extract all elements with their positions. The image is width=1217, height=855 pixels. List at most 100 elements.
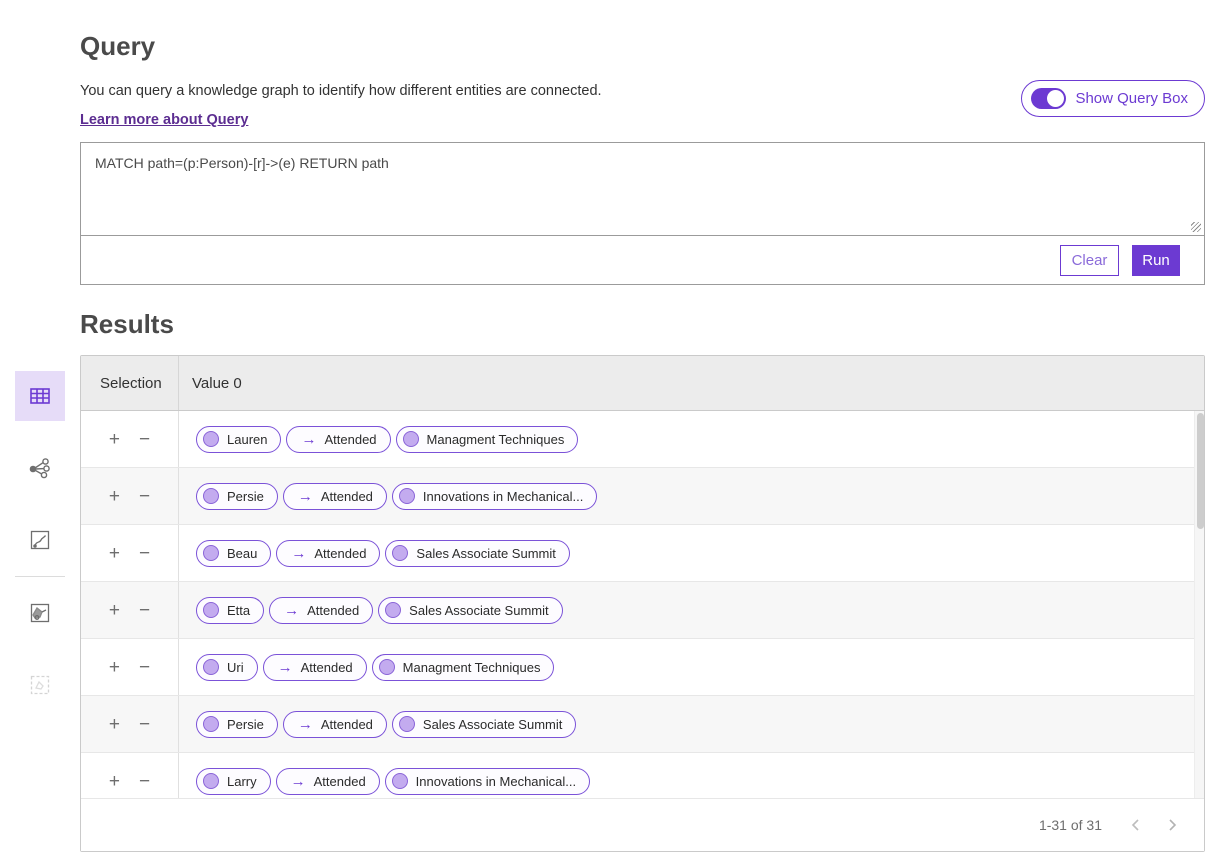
relation-pill[interactable]: → Attended bbox=[283, 483, 387, 510]
row-selection-cell: + − bbox=[81, 525, 179, 581]
target-entity-label: Managment Techniques bbox=[427, 432, 565, 447]
textarea-resize-grip[interactable] bbox=[1191, 222, 1201, 232]
target-entity-label: Sales Associate Summit bbox=[423, 717, 562, 732]
show-query-box-toggle[interactable]: Show Query Box bbox=[1021, 80, 1205, 117]
relation-pill[interactable]: → Attended bbox=[283, 711, 387, 738]
relation-pill[interactable]: → Attended bbox=[269, 597, 373, 624]
rail-item-map-route[interactable] bbox=[15, 515, 65, 565]
arrow-right-icon: → bbox=[291, 773, 306, 790]
target-entity-label: Managment Techniques bbox=[403, 660, 541, 675]
rail-item-disabled-view bbox=[15, 660, 65, 710]
map-contents-icon bbox=[29, 602, 51, 624]
view-switcher-rail bbox=[15, 371, 65, 710]
relation-pill[interactable]: → Attended bbox=[286, 426, 390, 453]
entity-label: Etta bbox=[227, 603, 250, 618]
target-entity-label: Sales Associate Summit bbox=[409, 603, 548, 618]
add-selection-button[interactable]: + bbox=[107, 715, 122, 734]
column-header-value0: Value 0 bbox=[179, 375, 242, 392]
column-header-selection: Selection bbox=[81, 356, 179, 410]
remove-selection-button[interactable]: − bbox=[137, 544, 152, 563]
rail-divider bbox=[15, 576, 65, 577]
entity-pill[interactable]: Lauren bbox=[196, 426, 281, 453]
run-button[interactable]: Run bbox=[1132, 245, 1180, 276]
relation-pill[interactable]: → Attended bbox=[276, 540, 380, 567]
target-entity-pill[interactable]: Sales Associate Summit bbox=[378, 597, 562, 624]
entity-node-icon bbox=[203, 488, 219, 504]
table-row: + − Uri → Attended Managment Techniques bbox=[81, 639, 1204, 696]
row-path-cell: Beau → Attended Sales Associate Summit bbox=[179, 525, 1204, 581]
entity-node-icon bbox=[203, 602, 219, 618]
rail-item-link-chart[interactable] bbox=[15, 443, 65, 493]
target-entity-pill[interactable]: Managment Techniques bbox=[372, 654, 555, 681]
add-selection-button[interactable]: + bbox=[107, 772, 122, 791]
row-selection-cell: + − bbox=[81, 696, 179, 752]
remove-selection-button[interactable]: − bbox=[137, 487, 152, 506]
clear-button[interactable]: Clear bbox=[1060, 245, 1119, 276]
remove-selection-button[interactable]: − bbox=[137, 658, 152, 677]
relation-pill[interactable]: → Attended bbox=[276, 768, 380, 795]
remove-selection-button[interactable]: − bbox=[137, 772, 152, 791]
add-selection-button[interactable]: + bbox=[107, 487, 122, 506]
rail-item-map-contents[interactable] bbox=[15, 588, 65, 638]
remove-selection-button[interactable]: − bbox=[137, 601, 152, 620]
entity-label: Persie bbox=[227, 717, 264, 732]
toggle-switch-icon bbox=[1031, 88, 1066, 109]
entity-pill[interactable]: Persie bbox=[196, 483, 278, 510]
table-row: + − Persie → Attended Sales Associate Su… bbox=[81, 696, 1204, 753]
entity-pill[interactable]: Uri bbox=[196, 654, 258, 681]
add-selection-button[interactable]: + bbox=[107, 658, 122, 677]
row-selection-cell: + − bbox=[81, 753, 179, 798]
vertical-scrollbar[interactable] bbox=[1194, 411, 1204, 798]
target-entity-pill[interactable]: Sales Associate Summit bbox=[385, 540, 569, 567]
entity-pill[interactable]: Larry bbox=[196, 768, 271, 795]
learn-more-link[interactable]: Learn more about Query bbox=[80, 112, 248, 128]
add-selection-button[interactable]: + bbox=[107, 430, 122, 449]
entity-label: Beau bbox=[227, 546, 257, 561]
remove-selection-button[interactable]: − bbox=[137, 430, 152, 449]
page-title: Query bbox=[80, 31, 1205, 62]
target-entity-label: Innovations in Mechanical... bbox=[423, 489, 583, 504]
arrow-right-icon: → bbox=[301, 431, 316, 448]
entity-node-icon bbox=[403, 431, 419, 447]
entity-node-icon bbox=[203, 716, 219, 732]
target-entity-pill[interactable]: Sales Associate Summit bbox=[392, 711, 576, 738]
link-chart-icon bbox=[28, 456, 52, 480]
row-path-cell: Larry → Attended Innovations in Mechanic… bbox=[179, 753, 1204, 798]
entity-node-icon bbox=[379, 659, 395, 675]
target-entity-pill[interactable]: Innovations in Mechanical... bbox=[385, 768, 590, 795]
target-entity-pill[interactable]: Innovations in Mechanical... bbox=[392, 483, 597, 510]
rail-item-table-view[interactable] bbox=[15, 371, 65, 421]
table-row: + − Etta → Attended Sales Associate Summ… bbox=[81, 582, 1204, 639]
toggle-label: Show Query Box bbox=[1075, 90, 1188, 107]
add-selection-button[interactable]: + bbox=[107, 544, 122, 563]
row-path-cell: Uri → Attended Managment Techniques bbox=[179, 639, 1204, 695]
previous-page-button[interactable] bbox=[1128, 816, 1144, 834]
query-input[interactable]: MATCH path=(p:Person)-[r]->(e) RETURN pa… bbox=[81, 143, 1204, 236]
remove-selection-button[interactable]: − bbox=[137, 715, 152, 734]
query-description: You can query a knowledge graph to ident… bbox=[80, 80, 602, 103]
arrow-right-icon: → bbox=[298, 716, 313, 733]
next-page-button[interactable] bbox=[1164, 816, 1180, 834]
row-path-cell: Persie → Attended Innovations in Mechani… bbox=[179, 468, 1204, 524]
relation-label: Attended bbox=[301, 660, 353, 675]
row-path-cell: Etta → Attended Sales Associate Summit bbox=[179, 582, 1204, 638]
entity-node-icon bbox=[392, 545, 408, 561]
entity-node-icon bbox=[203, 431, 219, 447]
map-route-icon bbox=[29, 529, 51, 551]
entity-node-icon bbox=[203, 773, 219, 789]
arrow-right-icon: → bbox=[298, 488, 313, 505]
entity-node-icon bbox=[385, 602, 401, 618]
row-selection-cell: + − bbox=[81, 582, 179, 638]
row-selection-cell: + − bbox=[81, 468, 179, 524]
entity-pill[interactable]: Persie bbox=[196, 711, 278, 738]
entity-pill[interactable]: Beau bbox=[196, 540, 271, 567]
arrow-right-icon: → bbox=[284, 602, 299, 619]
add-selection-button[interactable]: + bbox=[107, 601, 122, 620]
entity-pill[interactable]: Etta bbox=[196, 597, 264, 624]
scrollbar-thumb[interactable] bbox=[1197, 413, 1204, 529]
target-entity-pill[interactable]: Managment Techniques bbox=[396, 426, 579, 453]
table-rows-host: + − Lauren → Attended Managment Techniqu… bbox=[81, 411, 1204, 798]
relation-pill[interactable]: → Attended bbox=[263, 654, 367, 681]
target-entity-label: Sales Associate Summit bbox=[416, 546, 555, 561]
entity-node-icon bbox=[203, 545, 219, 561]
